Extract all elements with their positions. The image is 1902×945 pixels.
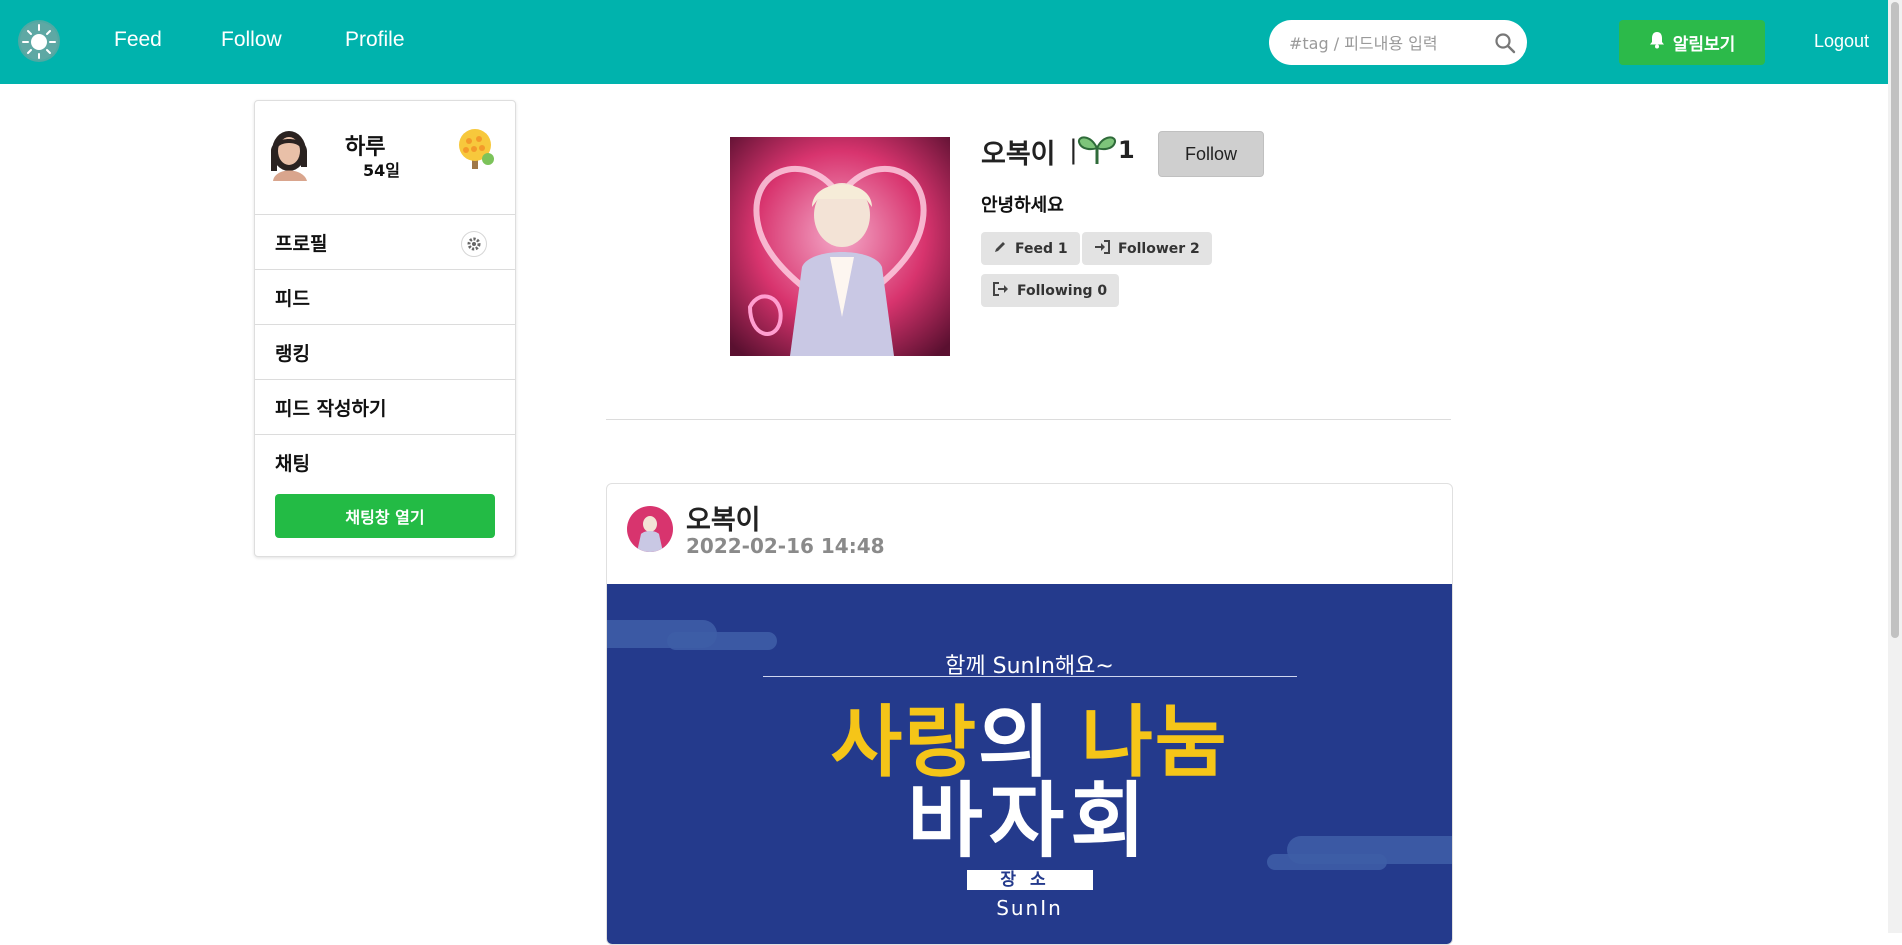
page-scrollbar[interactable]: [1888, 0, 1902, 933]
sidebar-item-feed[interactable]: 피드: [255, 269, 515, 324]
sidebar-item-chat[interactable]: 채팅: [255, 434, 515, 489]
section-divider: [606, 419, 1451, 420]
post-date: 2022-02-16 14:48: [686, 534, 885, 558]
poster-title-line2: 바자회: [907, 774, 1152, 869]
alarm-button[interactable]: 알림보기: [1619, 20, 1765, 65]
poster-place-label: 장소: [967, 870, 1093, 890]
user-days: 54일: [363, 161, 400, 180]
sidebar-item-label: 피드: [275, 288, 310, 310]
scrollbar-thumb[interactable]: [1891, 2, 1899, 638]
logout-link[interactable]: Logout: [1814, 31, 1869, 52]
sidebar-item-label: 프로필: [275, 233, 328, 255]
sidebar: 하루 54일 프로필 피드 랭킹 피드 작성하기 채팅 채팅창 열기: [254, 100, 516, 557]
open-chat-button[interactable]: 채팅창 열기: [275, 494, 495, 538]
follower-count-button[interactable]: Follower 2: [1082, 232, 1212, 265]
sun-logo-icon[interactable]: [18, 20, 60, 62]
gear-icon[interactable]: [461, 231, 487, 257]
sign-out-icon: [993, 281, 1009, 300]
nav-follow-link[interactable]: Follow: [221, 28, 282, 52]
search-icon[interactable]: [1494, 32, 1516, 54]
tree-level-icon: [447, 121, 505, 179]
feed-count-button[interactable]: Feed 1: [981, 232, 1080, 265]
poster-rule: [763, 676, 1297, 677]
sidebar-item-label: 채팅: [275, 453, 310, 475]
search-input[interactable]: [1287, 30, 1481, 56]
sidebar-item-label: 피드 작성하기: [275, 398, 387, 420]
sign-in-icon: [1094, 239, 1110, 258]
poster-place: SunIn: [996, 896, 1063, 920]
profile-photo[interactable]: [730, 137, 950, 356]
nav-profile-link[interactable]: Profile: [345, 28, 405, 52]
follower-count-label: Follower 2: [1118, 240, 1200, 257]
post-image[interactable]: 함께 SunIn해요~ 사랑의 나눔 바자회 장소 SunIn: [607, 584, 1452, 944]
pencil-icon: [993, 240, 1007, 258]
profile-name: 오복이: [981, 139, 1056, 170]
following-count-label: Following 0: [1017, 282, 1108, 299]
follow-button[interactable]: Follow: [1158, 131, 1264, 177]
sidebar-item-label: 랭킹: [275, 343, 310, 365]
feed-count-label: Feed 1: [1015, 240, 1068, 257]
sidebar-item-write-feed[interactable]: 피드 작성하기: [255, 379, 515, 434]
sprout-level-icon: [1076, 130, 1118, 166]
author-avatar[interactable]: [627, 506, 673, 552]
sidebar-item-profile[interactable]: 프로필: [255, 214, 515, 269]
profile-intro: 안녕하세요: [981, 195, 1064, 216]
bell-icon: [1649, 31, 1665, 54]
top-navbar: Feed Follow Profile 알림보기 Logout: [0, 0, 1888, 84]
nav-feed-link[interactable]: Feed: [114, 28, 162, 52]
post-author[interactable]: 오복이: [686, 498, 761, 537]
sidebar-item-ranking[interactable]: 랭킹: [255, 324, 515, 379]
search-box: [1269, 20, 1527, 65]
feed-card[interactable]: 오복이 2022-02-16 14:48 함께 SunIn해요~ 사랑의 나눔 …: [606, 483, 1453, 945]
profile-level: 1: [1118, 136, 1135, 164]
alarm-label: 알림보기: [1672, 35, 1736, 55]
user-avatar[interactable]: [263, 127, 317, 181]
following-count-button[interactable]: Following 0: [981, 274, 1120, 307]
